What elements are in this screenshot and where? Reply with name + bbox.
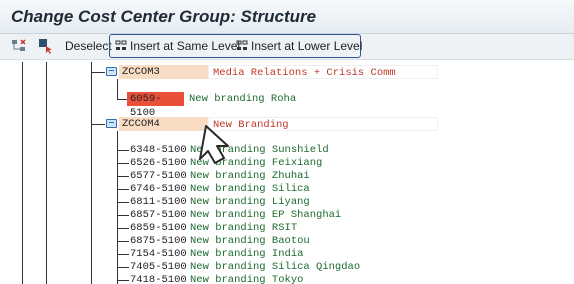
tree-connector: [117, 228, 129, 229]
leaf-code[interactable]: 6526-5100: [130, 158, 187, 169]
leaf-code[interactable]: 7405-5100: [130, 262, 187, 273]
mouse-cursor-icon: [199, 125, 229, 164]
tree-guide-line: [46, 62, 47, 284]
tree-connector: [117, 79, 118, 99]
leaf-description[interactable]: New branding Silica: [190, 184, 310, 195]
tree-connector: [117, 280, 129, 281]
tree-connector: [117, 267, 129, 268]
leaf-description[interactable]: New branding EP Shanghai: [190, 210, 341, 221]
tree-connector: [117, 189, 129, 190]
tree-connector: [117, 150, 129, 151]
tree-connector: [117, 163, 129, 164]
tree-connector: [117, 254, 129, 255]
leaf-description[interactable]: New branding RSIT: [190, 223, 297, 234]
tree-connector: [117, 176, 129, 177]
tree-guide-line: [91, 62, 92, 284]
leaf-code[interactable]: 6348-5100: [130, 145, 187, 156]
leaf-description[interactable]: New branding Silica Qingdao: [190, 262, 360, 273]
leaf-description[interactable]: New branding Tokyo: [190, 275, 303, 284]
page-title: Change Cost Center Group: Structure: [11, 7, 317, 26]
tree-connector: [91, 124, 105, 125]
leaf-code[interactable]: 6857-5100: [130, 210, 187, 221]
tree-guide-line: [22, 62, 23, 284]
select-subtree-icon[interactable]: [11, 38, 27, 54]
leaf-code[interactable]: 6577-5100: [130, 171, 187, 182]
leaf-description[interactable]: New branding Baotou: [190, 236, 310, 247]
select-block-icon[interactable]: [38, 38, 54, 54]
insert-same-level-label: Insert at Same Level: [130, 39, 241, 53]
insert-lower-level-label: Insert at Lower Level: [251, 39, 363, 53]
leaf-code-selected[interactable]: 6059-5100: [127, 92, 184, 119]
title-bar: Change Cost Center Group: Structure: [0, 0, 574, 34]
insert-same-level-icon: [115, 40, 127, 50]
tree-connector: [117, 131, 118, 284]
group-description-zccom3[interactable]: Media Relations + Crisis Comm: [208, 65, 438, 79]
leaf-description[interactable]: New branding India: [190, 249, 303, 260]
insert-same-level-button[interactable]: Insert at Same Level: [115, 39, 240, 53]
leaf-code[interactable]: 6875-5100: [130, 236, 187, 247]
folder-icon[interactable]: [106, 67, 117, 76]
insert-lower-level-icon: [236, 40, 248, 50]
folder-icon[interactable]: [106, 119, 117, 128]
leaf-code[interactable]: 6746-5100: [130, 184, 187, 195]
leaf-code[interactable]: 6811-5100: [130, 197, 187, 208]
leaf-code[interactable]: 7154-5100: [130, 249, 187, 260]
tree-connector: [117, 215, 129, 216]
tree-connector: [117, 241, 129, 242]
group-description-zccom4[interactable]: New Branding: [208, 117, 438, 131]
deselect-button[interactable]: Deselect: [65, 39, 112, 53]
insert-lower-level-button[interactable]: Insert at Lower Level: [236, 39, 362, 53]
leaf-code[interactable]: 7418-5100: [130, 275, 187, 284]
leaf-description[interactable]: New branding Liyang: [190, 197, 310, 208]
tree-connector: [91, 72, 105, 73]
group-code-zccom3[interactable]: ZCCOM3: [119, 65, 208, 79]
leaf-code[interactable]: 6859-5100: [130, 223, 187, 234]
tree-connector: [117, 202, 129, 203]
tree-connector: [117, 99, 127, 100]
leaf-description-selected[interactable]: New branding Roha: [189, 92, 296, 106]
